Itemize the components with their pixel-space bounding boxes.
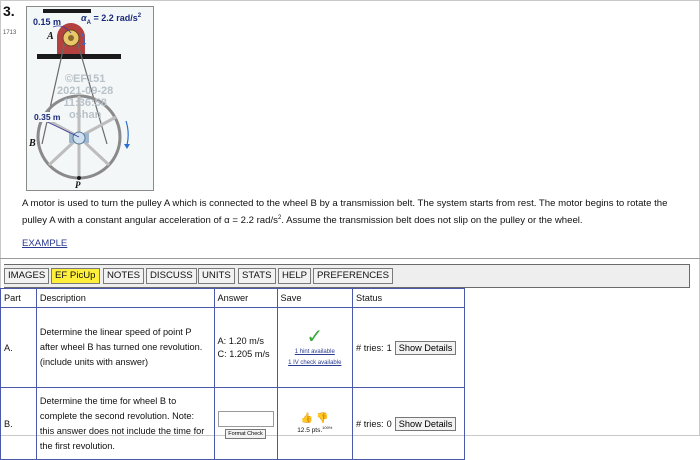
answer-cell: Format Check xyxy=(213,387,278,460)
divider xyxy=(0,258,700,259)
radius-a-label: 0.15 m xyxy=(33,17,62,27)
points-value: 12.5 pts.100% xyxy=(281,425,350,434)
watermark-line: oshan xyxy=(68,109,102,121)
status-cell: # tries: 1 Show Details xyxy=(352,307,465,388)
tab-stats[interactable]: STATS xyxy=(238,268,276,284)
alpha-exponent: 2 xyxy=(137,13,142,19)
save-cell: 👍 👎 12.5 pts.100% xyxy=(276,387,354,460)
status-cell: # tries: 0 Show Details xyxy=(352,387,465,460)
watermark-line: 11:36:58 xyxy=(63,97,107,109)
tries-count: 0 xyxy=(386,418,392,429)
tries-label: # tries: xyxy=(356,418,384,429)
part-description: Determine the time for wheel B to comple… xyxy=(35,387,215,460)
table-row: A. Determine the linear speed of point P… xyxy=(0,307,465,388)
tries-count: 1 xyxy=(386,342,392,353)
correct-answer: C: 1.205 m/s xyxy=(217,348,270,359)
alpha-label: αA = 2.2 rad/s2 xyxy=(81,13,141,26)
check-icon: ✓ xyxy=(306,325,324,348)
pulley-a-hub xyxy=(68,35,74,41)
header-save: Save xyxy=(276,288,354,308)
save-cell: ✓ 1 hint available 1 IV check available xyxy=(276,307,354,388)
tab-units[interactable]: UNITS xyxy=(198,268,235,284)
thumbs-up-icon[interactable]: 👍 xyxy=(301,413,313,424)
watermark-line: ©EF151 xyxy=(64,73,106,85)
points-percent: 100% xyxy=(322,424,333,430)
header-description: Description xyxy=(35,288,215,308)
alpha-value: = 2.2 rad/s xyxy=(90,13,138,23)
watermark: ©EF151 2021-09-28 11:36:58 oshan xyxy=(57,73,113,121)
answer-cell: A: 1.20 m/s C: 1.205 m/s xyxy=(213,307,278,388)
question-number: 3. xyxy=(3,3,15,19)
table-header-row: Part Description Answer Save Status xyxy=(0,288,465,308)
question-id: 1713 xyxy=(3,30,17,36)
problem-figure: 0.15 m αA = 2.2 rad/s2 A ©EF151 2021-09-… xyxy=(26,6,154,191)
wheel-rotation-arrow xyxy=(125,120,129,146)
tab-preferences[interactable]: PREFERENCES xyxy=(313,268,393,284)
show-details-button[interactable]: Show Details xyxy=(394,416,457,431)
show-details-button[interactable]: Show Details xyxy=(394,340,457,355)
problem-text-post: . Assume the transmission belt does not … xyxy=(281,215,583,227)
example-link[interactable]: EXAMPLE xyxy=(22,238,67,249)
wheel-hub xyxy=(72,131,86,145)
pulley-a-label: A xyxy=(47,31,54,42)
part-label: A. xyxy=(0,307,37,388)
header-part: Part xyxy=(0,288,37,308)
part-label: B. xyxy=(0,387,37,460)
feedback-icons: 👍 👎 xyxy=(281,413,350,425)
tab-images[interactable]: IMAGES xyxy=(4,268,50,284)
parts-table: Part Description Answer Save Status A. D… xyxy=(0,288,465,460)
point-p-label: P xyxy=(75,180,81,190)
problem-statement: A motor is used to turn the pulley A whi… xyxy=(22,196,692,228)
table-row: B. Determine the time for wheel B to com… xyxy=(0,387,465,460)
tab-ef-picup[interactable]: EF PicUp xyxy=(51,268,100,284)
hint-link[interactable]: 1 hint available xyxy=(281,347,350,358)
question-toolbar: IMAGES EF PicUp NOTES DISCUSS UNITS STAT… xyxy=(4,264,690,288)
radius-b-label: 0.35 m xyxy=(34,112,61,122)
wheel-b-label: B xyxy=(29,138,36,149)
tab-discuss[interactable]: DISCUSS xyxy=(146,268,197,284)
part-description: Determine the linear speed of point P af… xyxy=(35,307,215,388)
watermark-line: 2021-09-28 xyxy=(57,85,114,97)
header-status: Status xyxy=(352,288,465,308)
points-text: 12.5 pts. xyxy=(297,427,323,435)
header-answer: Answer xyxy=(213,288,278,308)
ground-plate xyxy=(37,54,121,59)
tab-help[interactable]: HELP xyxy=(278,268,312,284)
accepted-answer: A: 1.20 m/s xyxy=(217,335,264,346)
wheel-rotation-arrowhead xyxy=(124,144,130,149)
format-check-button[interactable]: Format Check xyxy=(225,428,266,439)
status-row: # tries: 1 Show Details xyxy=(356,340,461,355)
status-row: # tries: 0 Show Details xyxy=(356,416,461,431)
thumbs-down-icon[interactable]: 👎 xyxy=(316,413,328,424)
check-available-link[interactable]: 1 IV check available xyxy=(281,358,350,369)
tab-notes[interactable]: NOTES xyxy=(103,268,145,284)
tries-label: # tries: xyxy=(356,342,384,353)
answer-input[interactable] xyxy=(217,410,274,427)
